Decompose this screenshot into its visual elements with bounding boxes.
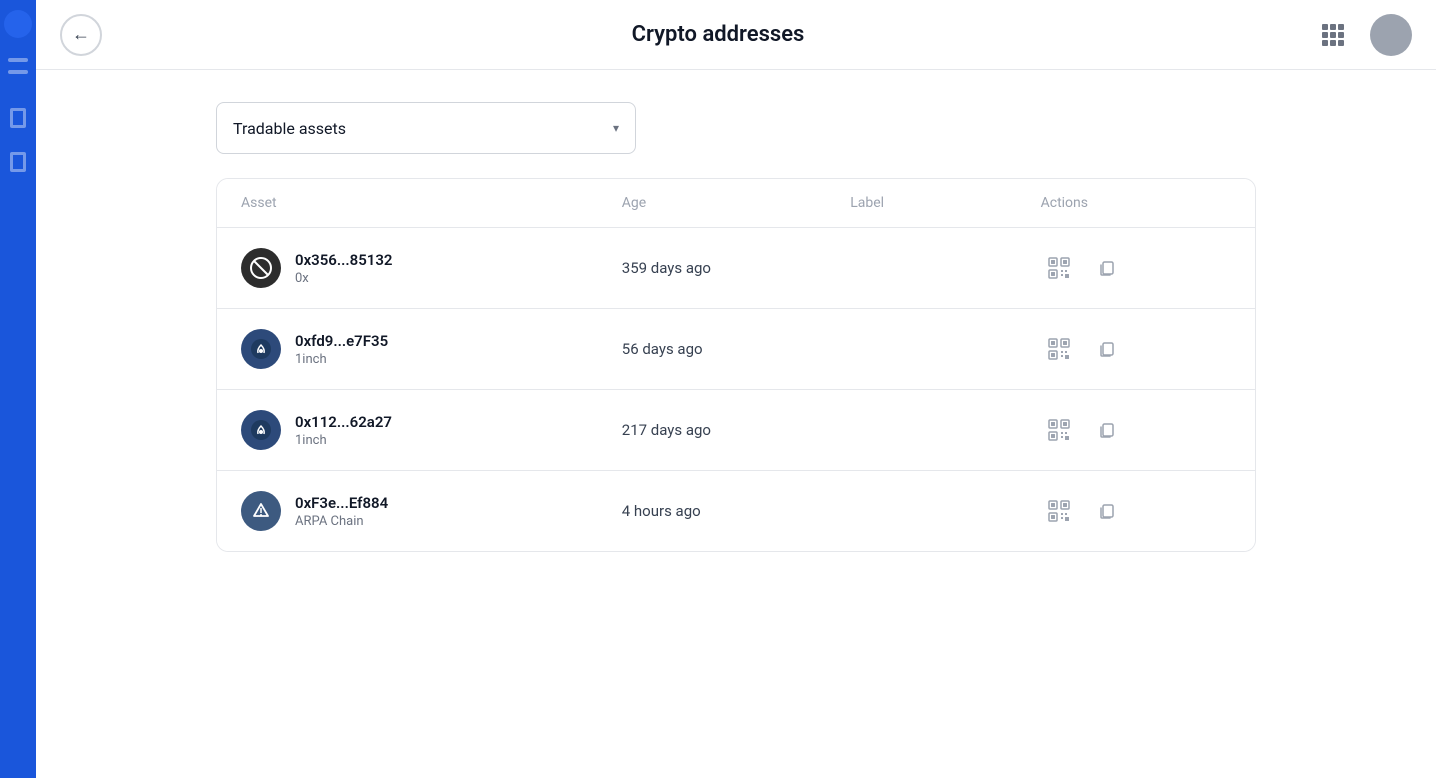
arpa-icon: [249, 499, 273, 523]
header-right-actions: [1312, 14, 1412, 56]
apps-icon: [1322, 24, 1344, 46]
qr-code-button-1[interactable]: [1041, 250, 1077, 286]
1inch-icon-2: [249, 418, 273, 442]
age-cell-3: 217 days ago: [622, 421, 850, 439]
apps-button[interactable]: [1312, 14, 1354, 56]
user-avatar[interactable]: [1370, 14, 1412, 56]
qr-icon-3: [1048, 419, 1070, 441]
asset-address-1: 0x356...85132: [295, 251, 393, 269]
back-arrow-icon: ←: [72, 24, 90, 45]
copy-button-3[interactable]: [1089, 412, 1125, 448]
column-header-label: Label: [850, 195, 1040, 211]
asset-info-3: 0x112...62a27 1inch: [295, 413, 392, 448]
copy-button-2[interactable]: [1089, 331, 1125, 367]
asset-ticker-4: ARPA Chain: [295, 514, 388, 529]
dropdown-selected-value: Tradable assets: [233, 119, 346, 138]
table-row: 0x112...62a27 1inch 217 days ago: [217, 390, 1255, 471]
sidebar-item-3: [10, 108, 26, 128]
asset-address-4: 0xF3e...Ef884: [295, 494, 388, 512]
asset-icon-4: [241, 491, 281, 531]
back-button[interactable]: ←: [60, 14, 102, 56]
asset-address-3: 0x112...62a27: [295, 413, 392, 431]
blocked-icon: [249, 256, 273, 280]
actions-cell-4: [1041, 493, 1231, 529]
copy-icon-4: [1097, 501, 1117, 521]
table-row: 0x356...85132 0x 359 days ago: [217, 228, 1255, 309]
actions-cell-3: [1041, 412, 1231, 448]
1inch-icon-1: [249, 337, 273, 361]
content-area: Tradable assets ▾ Asset Age Label Action…: [36, 70, 1436, 778]
sidebar-logo: [4, 10, 32, 38]
copy-icon-1: [1097, 258, 1117, 278]
table-header-row: Asset Age Label Actions: [217, 179, 1255, 228]
qr-icon-1: [1048, 257, 1070, 279]
sidebar: [0, 0, 36, 778]
asset-info-4: 0xF3e...Ef884 ARPA Chain: [295, 494, 388, 529]
qr-icon-2: [1048, 338, 1070, 360]
column-header-actions: Actions: [1041, 195, 1231, 211]
crypto-addresses-table: Asset Age Label Actions 0x356...85132: [216, 178, 1256, 552]
asset-icon-3: [241, 410, 281, 450]
qr-code-button-4[interactable]: [1041, 493, 1077, 529]
table-row: 0xfd9...e7F35 1inch 56 days ago: [217, 309, 1255, 390]
sidebar-item-1: [8, 58, 28, 62]
asset-address-2: 0xfd9...e7F35: [295, 332, 388, 350]
qr-icon-4: [1048, 500, 1070, 522]
actions-cell-2: [1041, 331, 1231, 367]
sidebar-item-2: [8, 70, 28, 74]
asset-cell-4: 0xF3e...Ef884 ARPA Chain: [241, 491, 622, 531]
age-cell-1: 359 days ago: [622, 259, 850, 277]
asset-ticker-1: 0x: [295, 271, 393, 286]
table-row: 0xF3e...Ef884 ARPA Chain 4 hours ago: [217, 471, 1255, 551]
age-cell-4: 4 hours ago: [622, 502, 850, 520]
filter-dropdown-wrapper: Tradable assets ▾: [216, 102, 1256, 154]
chevron-down-icon: ▾: [613, 121, 619, 135]
asset-info-1: 0x356...85132 0x: [295, 251, 393, 286]
page-title: Crypto addresses: [632, 22, 805, 47]
asset-info-2: 0xfd9...e7F35 1inch: [295, 332, 388, 367]
qr-code-button-3[interactable]: [1041, 412, 1077, 448]
qr-code-button-2[interactable]: [1041, 331, 1077, 367]
asset-filter-dropdown[interactable]: Tradable assets ▾: [216, 102, 636, 154]
asset-ticker-3: 1inch: [295, 433, 392, 448]
asset-ticker-2: 1inch: [295, 352, 388, 367]
copy-icon-2: [1097, 339, 1117, 359]
header: ← Crypto addresses: [36, 0, 1436, 70]
asset-cell-3: 0x112...62a27 1inch: [241, 410, 622, 450]
asset-icon-1: [241, 248, 281, 288]
copy-button-1[interactable]: [1089, 250, 1125, 286]
copy-icon-3: [1097, 420, 1117, 440]
column-header-age: Age: [622, 195, 850, 211]
age-cell-2: 56 days ago: [622, 340, 850, 358]
actions-cell-1: [1041, 250, 1231, 286]
sidebar-item-4: [10, 152, 26, 172]
asset-cell-1: 0x356...85132 0x: [241, 248, 622, 288]
asset-icon-2: [241, 329, 281, 369]
main-content: ← Crypto addresses Tradable assets ▾: [36, 0, 1436, 778]
header-title-wrapper: Crypto addresses: [632, 22, 805, 47]
asset-cell-2: 0xfd9...e7F35 1inch: [241, 329, 622, 369]
column-header-asset: Asset: [241, 195, 622, 211]
copy-button-4[interactable]: [1089, 493, 1125, 529]
